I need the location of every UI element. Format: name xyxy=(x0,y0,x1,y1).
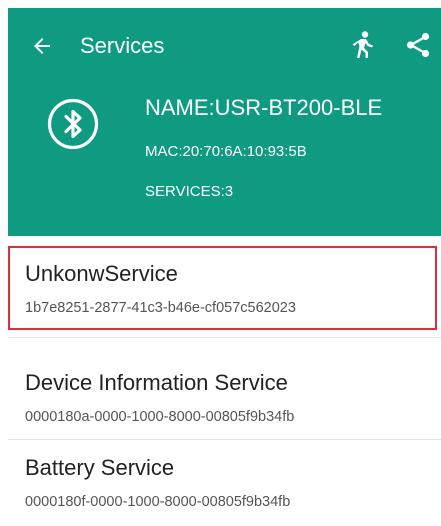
device-name: NAME:USR-BT200-BLE xyxy=(145,95,383,120)
service-uuid: 0000180f-0000-1000-8000-00805f9b34fb xyxy=(25,494,291,510)
service-name: Battery Service xyxy=(25,455,175,480)
service-uuid: 0000180a-0000-1000-8000-00805f9b34fb xyxy=(25,409,295,425)
share-icon[interactable] xyxy=(405,32,431,58)
service-name: UnkonwService xyxy=(25,261,178,286)
page-title: Services xyxy=(80,33,165,58)
service-uuid: 1b7e8251-2877-41c3-b46e-cf057c562023 xyxy=(25,300,296,316)
service-item[interactable]: UnkonwService 1b7e8251-2877-41c3-b46e-cf… xyxy=(8,246,441,332)
running-figure-icon[interactable] xyxy=(347,30,377,60)
service-item[interactable]: Battery Service 0000180f-0000-1000-8000-… xyxy=(8,440,441,526)
bluetooth-icon xyxy=(47,98,99,150)
service-item[interactable]: Device Information Service 0000180a-0000… xyxy=(8,355,441,441)
arrow-back-icon[interactable] xyxy=(30,34,54,58)
device-header: Services NAME:USR-BT200-BLE MAC:20:70:6A… xyxy=(8,8,441,236)
device-mac: MAC:20:70:6A:10:93:5B xyxy=(145,143,307,160)
divider xyxy=(8,337,441,338)
device-service-count: SERVICES:3 xyxy=(145,183,234,200)
service-name: Device Information Service xyxy=(25,370,288,395)
